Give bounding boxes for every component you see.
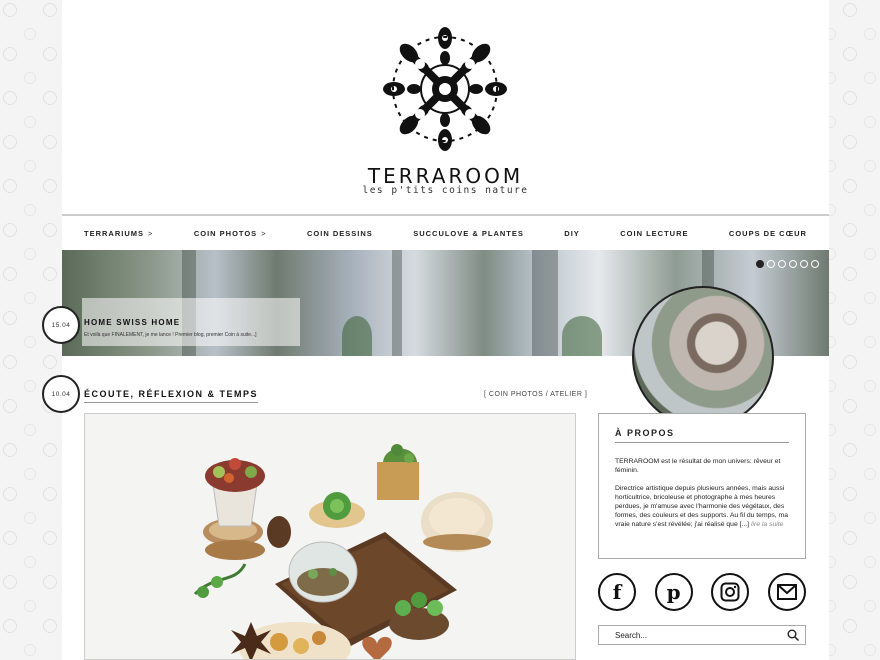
social-links: f p xyxy=(598,573,806,611)
slider-dot[interactable] xyxy=(767,260,775,268)
slider-excerpt: Et voilà que FINALEMENT, je me lance ! P… xyxy=(84,332,257,338)
slider-dot[interactable] xyxy=(811,260,819,268)
facebook-icon[interactable]: f xyxy=(598,573,636,611)
page: TERRAROOM les p'tits coins nature Terrar… xyxy=(42,0,829,660)
nav-item-terrariums[interactable]: Terrariums > xyxy=(84,229,153,238)
chevron-right-icon: > xyxy=(261,228,267,238)
window-frame xyxy=(532,250,558,356)
author-photo[interactable] xyxy=(632,286,774,428)
about-text: Directrice artistique depuis plusieurs a… xyxy=(615,484,789,529)
slider-dots xyxy=(756,260,819,268)
envelope-glyph xyxy=(776,584,797,600)
brand-tagline: les p'tits coins nature xyxy=(362,185,529,196)
nav-item-coin-dessins[interactable]: Coin dessins xyxy=(307,229,373,238)
slider-caption[interactable]: HOME SWISS HOME Et voilà que FINALEMENT,… xyxy=(82,298,300,346)
nav-label: Succulove & plantes xyxy=(413,228,524,238)
search-box xyxy=(598,625,806,645)
plant-shape xyxy=(562,316,602,356)
pinterest-icon[interactable]: p xyxy=(654,573,693,611)
search-input[interactable] xyxy=(615,630,787,640)
slider-title[interactable]: HOME SWISS HOME xyxy=(84,318,300,327)
terrarium-still-life-illustration xyxy=(85,414,575,659)
window-frame xyxy=(392,250,402,356)
nav-label: Coups de cœur xyxy=(728,228,807,238)
nav-label: Coin lecture xyxy=(620,228,689,238)
nav-label: Terrariums xyxy=(84,228,144,238)
post-category[interactable]: [ COIN PHOTOS / ATELIER ] xyxy=(484,391,587,398)
slider-dot[interactable] xyxy=(789,260,797,268)
logo-mandala-icon[interactable] xyxy=(380,24,510,154)
nav-label: Coin photos xyxy=(193,228,258,238)
about-intro: TERRAROOM est le résultat de mon univers… xyxy=(615,458,781,474)
nav-label: DIY xyxy=(564,228,580,238)
nav-label: Coin dessins xyxy=(307,228,373,238)
nav-item-succulove-plantes[interactable]: Succulove & plantes xyxy=(413,229,524,238)
nav-item-diy[interactable]: DIY xyxy=(564,229,580,238)
site-header: TERRAROOM les p'tits coins nature xyxy=(62,0,829,210)
instagram-glyph xyxy=(720,582,740,602)
post-date-badge: 10.04 xyxy=(42,375,80,413)
about-widget: À PROPOS TERRAROOM est le résultat de mo… xyxy=(598,413,806,559)
nav-item-coups-de-coeur[interactable]: Coups de cœur xyxy=(729,229,807,238)
slider-dot[interactable] xyxy=(756,260,764,268)
slider-dot[interactable] xyxy=(800,260,808,268)
search-icon[interactable] xyxy=(787,629,799,641)
read-more-link[interactable]: lire la suite xyxy=(751,521,784,528)
email-icon[interactable] xyxy=(767,573,806,611)
slider-date-badge: 15.04 xyxy=(42,306,80,344)
plant-shape xyxy=(342,316,372,356)
instagram-icon[interactable] xyxy=(711,573,750,611)
nav-item-coin-photos[interactable]: Coin photos > xyxy=(194,229,267,238)
post-image[interactable] xyxy=(84,413,576,660)
main-nav: Terrariums > Coin photos > Coin dessins Su… xyxy=(62,214,829,250)
chevron-right-icon: > xyxy=(148,228,154,238)
nav-item-coin-lecture[interactable]: Coin lecture xyxy=(620,229,688,238)
slider-dot[interactable] xyxy=(778,260,786,268)
about-title: À PROPOS xyxy=(615,428,789,443)
post-title[interactable]: ÉCOUTE, RÉFLEXION & TEMPS xyxy=(84,389,259,403)
